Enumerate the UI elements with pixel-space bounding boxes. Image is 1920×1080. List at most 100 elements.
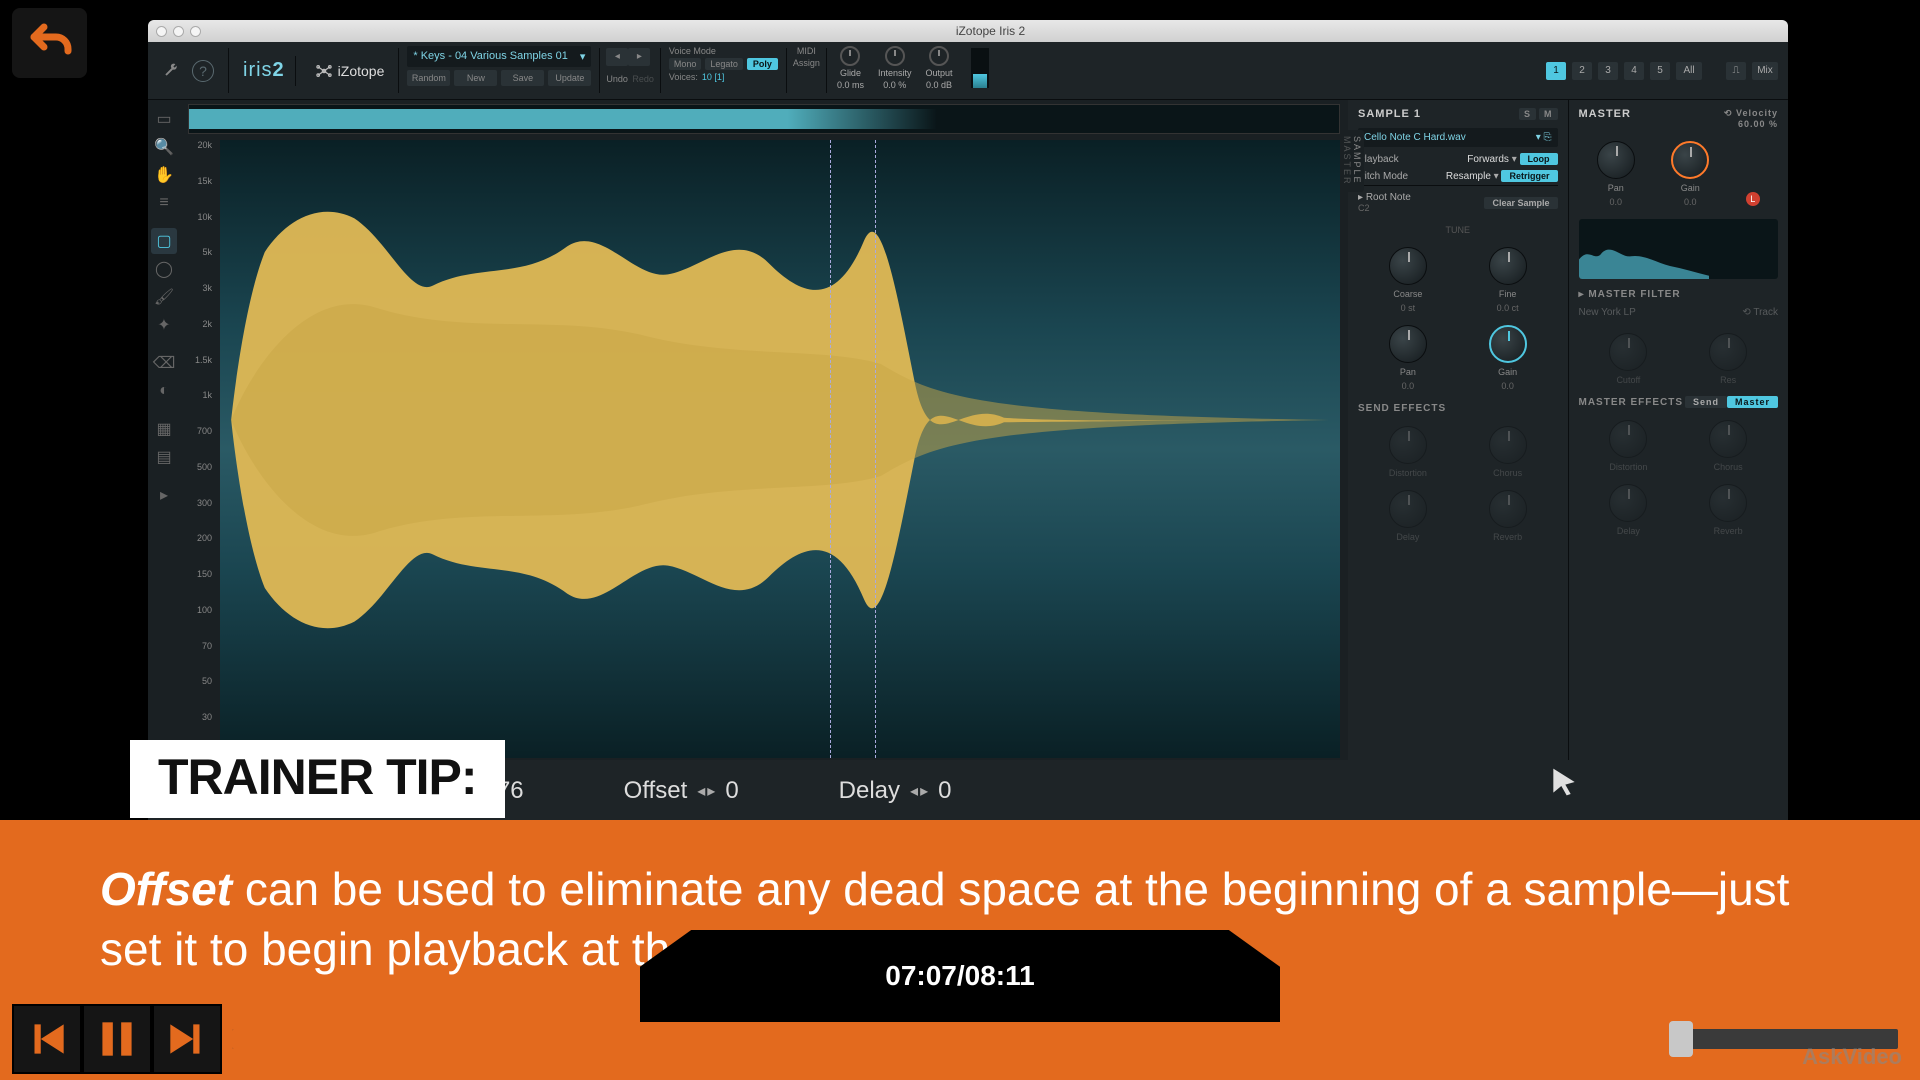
pitch-dropdown[interactable]: Resample <box>1446 171 1491 182</box>
output-knob[interactable]: Output0.0 dB <box>925 46 952 95</box>
send-tab[interactable]: Send <box>1685 396 1727 408</box>
solo-button[interactable]: S <box>1519 108 1536 120</box>
tip-label: TRAINER TIP: <box>130 740 505 818</box>
undo-button[interactable]: Undo <box>606 74 628 84</box>
sample-file-select[interactable]: Cello Note C Hard.wav▾ ⎘ <box>1358 128 1558 147</box>
sample-tab-1[interactable]: 1 <box>1546 62 1566 80</box>
master-gain-knob[interactable]: Gain0.0 <box>1671 141 1709 207</box>
mix-tab[interactable]: Mix <box>1752 62 1778 80</box>
preset-update[interactable]: Update <box>548 70 591 86</box>
fx-reverb[interactable]: Reverb <box>1489 490 1527 542</box>
mfx-chorus[interactable]: Chorus <box>1709 420 1747 472</box>
playback-dropdown[interactable]: Forwards <box>1467 154 1509 165</box>
traffic-close[interactable] <box>156 26 167 37</box>
watermark: AskVideo <box>1802 1044 1902 1070</box>
tool-rect[interactable]: ▢ <box>151 228 177 254</box>
gain-knob[interactable]: Gain0.0 <box>1489 325 1527 391</box>
tool-play[interactable]: ▸ <box>151 482 177 508</box>
preset-section: * Keys - 04 Various Samples 01▾ Random N… <box>399 42 599 99</box>
tool-view1[interactable]: ▦ <box>151 416 177 442</box>
progress-thumb[interactable] <box>1669 1021 1693 1057</box>
wrench-icon[interactable] <box>162 63 178 79</box>
intensity-knob[interactable]: Intensity0.0 % <box>878 46 912 95</box>
y-axis: 20k15k10k 5k3k2k 1.5k1k700 500300200 150… <box>186 140 216 758</box>
preset-new[interactable]: New <box>454 70 497 86</box>
preset-save[interactable]: Save <box>501 70 544 86</box>
mfx-reverb[interactable]: Reverb <box>1709 484 1747 536</box>
voice-mode-section: Voice Mode Mono Legato Poly Voices:10 [1… <box>661 42 786 99</box>
legato-button[interactable]: Legato <box>705 58 743 70</box>
tool-wand[interactable]: ✦ <box>151 312 177 338</box>
tool-hand[interactable]: ✋ <box>151 162 177 188</box>
progress-bar[interactable] <box>232 1029 1898 1049</box>
fine-knob[interactable]: Fine0.0 ct <box>1489 247 1527 313</box>
sample-tab-4[interactable]: 4 <box>1624 62 1644 80</box>
back-button[interactable] <box>12 8 87 78</box>
cursor-icon <box>1548 766 1580 798</box>
coarse-knob[interactable]: Coarse0 st <box>1389 247 1427 313</box>
filter-preset[interactable]: New York LP <box>1579 307 1636 318</box>
help-button[interactable]: ? <box>192 60 214 82</box>
pause-button[interactable] <box>82 1004 152 1074</box>
loop-toggle[interactable]: Loop <box>1520 153 1558 165</box>
sample-tab-3[interactable]: 3 <box>1598 62 1618 80</box>
mfx-delay[interactable]: Delay <box>1609 484 1647 536</box>
fx-delay[interactable]: Delay <box>1389 490 1427 542</box>
mfx-distortion[interactable]: Distortion <box>1609 420 1647 472</box>
next-button[interactable]: ▸ <box>628 48 650 66</box>
sample-tab-5[interactable]: 5 <box>1650 62 1670 80</box>
pan-knob[interactable]: Pan0.0 <box>1389 325 1427 391</box>
limiter-indicator[interactable]: L <box>1746 192 1760 206</box>
waveform-shape <box>220 140 1340 700</box>
overview-waveform[interactable] <box>188 104 1340 134</box>
sample-tab-2[interactable]: 2 <box>1572 62 1592 80</box>
izotope-logo: iZotope <box>314 61 385 81</box>
cutoff-knob[interactable]: Cutoff <box>1609 333 1647 385</box>
tool-column: ▭ 🔍 ✋ ≡ ▢ ◯ 🖌 ✦ ⌫ ◐ ▦ ▤ ▸ <box>148 100 180 790</box>
redo-button[interactable]: Redo <box>632 74 654 84</box>
topbar: ? iris2 iZotope * Keys - 04 Various Samp… <box>148 42 1788 100</box>
back-arrow-icon <box>26 19 74 67</box>
sample-header: SAMPLE 1 <box>1358 108 1421 120</box>
retrigger-toggle[interactable]: Retrigger <box>1501 170 1557 182</box>
tool-zoom[interactable]: 🔍 <box>151 134 177 160</box>
loop-marker-end[interactable] <box>875 140 876 758</box>
sample-tab-all[interactable]: All <box>1676 62 1702 80</box>
prev-button[interactable]: ◂ <box>606 48 628 66</box>
preset-random[interactable]: Random <box>407 70 450 86</box>
fx-distortion[interactable]: Distortion <box>1389 426 1427 478</box>
poly-button[interactable]: Poly <box>747 58 778 70</box>
master-tab[interactable]: Master <box>1727 396 1778 408</box>
tool-erase[interactable]: ⌫ <box>151 350 177 376</box>
preset-name[interactable]: * Keys - 04 Various Samples 01▾ <box>407 46 591 67</box>
glide-knob[interactable]: Glide0.0 ms <box>837 46 864 95</box>
loop-marker-start[interactable] <box>830 140 831 758</box>
clear-sample[interactable]: Clear Sample <box>1484 197 1557 209</box>
mix-eq-icon[interactable]: ⎍ <box>1726 62 1746 80</box>
traffic-max[interactable] <box>190 26 201 37</box>
fx-chorus[interactable]: Chorus <box>1489 426 1527 478</box>
mono-button[interactable]: Mono <box>669 58 702 70</box>
next-video-button[interactable] <box>152 1004 222 1074</box>
offset-value[interactable]: 0 <box>725 777 738 805</box>
tool-invert[interactable]: ◐ <box>151 378 177 404</box>
spectrogram[interactable] <box>220 140 1340 758</box>
iris-logo: iris2 <box>243 59 285 82</box>
tool-lasso[interactable]: ◯ <box>151 256 177 282</box>
master-panel: MASTER ⟲ Velocity60.00 % Pan0.0 Gain0.0 … <box>1569 100 1789 790</box>
waveform-area[interactable]: 20k15k10k 5k3k2k 1.5k1k700 500300200 150… <box>180 100 1348 790</box>
midi-assign[interactable]: MIDIAssign <box>787 42 826 99</box>
master-pan-knob[interactable]: Pan0.0 <box>1597 141 1635 207</box>
traffic-min[interactable] <box>173 26 184 37</box>
tool-brush[interactable]: 🖌 <box>151 284 177 310</box>
tool-select[interactable]: ▭ <box>151 106 177 132</box>
titlebar: iZotope Iris 2 <box>148 20 1788 42</box>
delay-value[interactable]: 0 <box>938 777 951 805</box>
prev-video-button[interactable] <box>12 1004 82 1074</box>
mute-button[interactable]: M <box>1539 108 1558 120</box>
tool-thresh[interactable]: ≡ <box>151 190 177 216</box>
sample-vtab[interactable]: SAMPLEMASTER <box>1346 130 1364 192</box>
window-title: iZotope Iris 2 <box>201 24 1780 38</box>
res-knob[interactable]: Res <box>1709 333 1747 385</box>
tool-view2[interactable]: ▤ <box>151 444 177 470</box>
